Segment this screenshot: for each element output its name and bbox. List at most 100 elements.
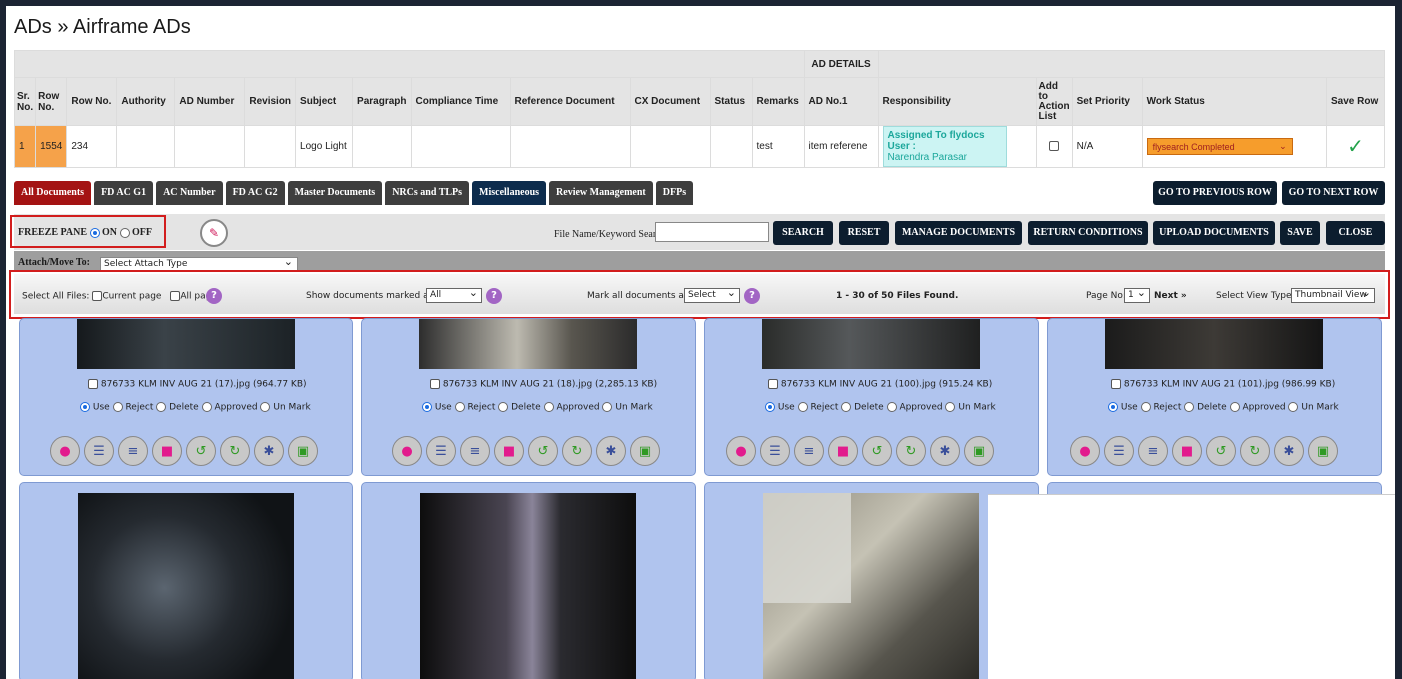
check-icon[interactable]: ✓: [1347, 136, 1364, 158]
next-row-button[interactable]: GO TO NEXT ROW: [1282, 181, 1385, 205]
use-radio[interactable]: [80, 402, 90, 412]
settings-doc-icon[interactable]: ✱: [1274, 436, 1304, 466]
list-icon[interactable]: ≡: [460, 436, 490, 466]
page-no-select[interactable]: 1: [1124, 286, 1150, 303]
tab-dfps[interactable]: DFPs: [655, 181, 694, 205]
document-thumbnail[interactable]: [78, 493, 294, 679]
unmark-radio[interactable]: [260, 402, 271, 412]
mark-all-select[interactable]: Select: [684, 286, 740, 303]
unmark-radio[interactable]: [602, 402, 613, 412]
upload-documents-button[interactable]: UPLOAD DOCUMENTS: [1153, 221, 1275, 245]
unmark-radio[interactable]: [945, 402, 956, 412]
reject-radio[interactable]: [797, 402, 808, 412]
document-thumbnail[interactable]: [1105, 319, 1323, 369]
settings-doc-icon[interactable]: ✱: [596, 436, 626, 466]
folder-icon[interactable]: ■: [828, 436, 858, 466]
approved-radio[interactable]: [543, 402, 554, 412]
use-radio[interactable]: [765, 402, 775, 412]
list-edit-icon[interactable]: ☰: [84, 436, 114, 466]
folder-icon[interactable]: ■: [152, 436, 182, 466]
add-to-action-checkbox[interactable]: [1049, 141, 1060, 152]
document-thumbnail[interactable]: [420, 493, 636, 679]
help-icon[interactable]: ?: [206, 288, 222, 304]
image-icon[interactable]: ▣: [964, 436, 994, 466]
comment-icon[interactable]: ●: [392, 436, 422, 466]
tab-master-documents[interactable]: Master Documents: [287, 181, 383, 205]
reject-radio[interactable]: [112, 402, 123, 412]
image-icon[interactable]: ▣: [1308, 436, 1338, 466]
tab-miscellaneous[interactable]: Miscellaneous: [472, 181, 547, 205]
approved-radio[interactable]: [201, 402, 212, 412]
delete-radio[interactable]: [841, 402, 852, 412]
list-icon[interactable]: ≡: [118, 436, 148, 466]
prev-row-button[interactable]: GO TO PREVIOUS ROW: [1153, 181, 1277, 205]
return-conditions-button[interactable]: RETURN CONDITIONS: [1028, 221, 1148, 245]
folder-icon[interactable]: ■: [1172, 436, 1202, 466]
image-icon[interactable]: ▣: [630, 436, 660, 466]
current-page-checkbox[interactable]: [92, 291, 103, 301]
rotate-right-icon[interactable]: ↻: [562, 436, 592, 466]
list-edit-icon[interactable]: ☰: [426, 436, 456, 466]
work-status-select[interactable]: flysearch Completed ⌄: [1146, 138, 1293, 155]
close-button[interactable]: CLOSE: [1326, 221, 1385, 245]
use-radio[interactable]: [1108, 402, 1118, 412]
freeze-off-radio[interactable]: [119, 227, 130, 238]
delete-radio[interactable]: [498, 402, 509, 412]
approved-radio[interactable]: [1229, 402, 1240, 412]
settings-doc-icon[interactable]: ✱: [930, 436, 960, 466]
list-icon[interactable]: ≡: [794, 436, 824, 466]
comment-icon[interactable]: ●: [50, 436, 80, 466]
cell-set-priority[interactable]: N/A: [1071, 125, 1143, 168]
rotate-left-icon[interactable]: ↺: [862, 436, 892, 466]
tab-fd-ac-g1[interactable]: FD AC G1: [94, 181, 154, 205]
folder-icon[interactable]: ■: [494, 436, 524, 466]
search-input[interactable]: [655, 222, 769, 242]
document-thumbnail[interactable]: [762, 319, 980, 369]
manage-documents-button[interactable]: MANAGE DOCUMENTS: [895, 221, 1022, 245]
search-button[interactable]: SEARCH: [773, 221, 833, 245]
approved-radio[interactable]: [886, 402, 897, 412]
tab-all-documents[interactable]: All Documents: [14, 181, 92, 205]
delete-radio[interactable]: [1184, 402, 1195, 412]
reject-radio[interactable]: [454, 402, 465, 412]
document-checkbox[interactable]: [88, 379, 98, 389]
help-icon[interactable]: ?: [744, 288, 760, 304]
tab-nrcs-and-tlps[interactable]: NRCs and TLPs: [385, 181, 470, 205]
rotate-left-icon[interactable]: ↺: [1206, 436, 1236, 466]
settings-doc-icon[interactable]: ✱: [254, 436, 284, 466]
list-icon[interactable]: ≡: [1138, 436, 1168, 466]
document-checkbox[interactable]: [768, 379, 778, 389]
use-radio[interactable]: [422, 402, 432, 412]
list-edit-icon[interactable]: ☰: [1104, 436, 1134, 466]
tab-ac-number[interactable]: AC Number: [156, 181, 223, 205]
help-icon[interactable]: ?: [486, 288, 502, 304]
document-settings-icon[interactable]: ✎: [200, 219, 228, 247]
comment-icon[interactable]: ●: [1070, 436, 1100, 466]
reset-button[interactable]: RESET: [839, 221, 889, 245]
delete-radio[interactable]: [156, 402, 167, 412]
rotate-right-icon[interactable]: ↻: [220, 436, 250, 466]
reject-radio[interactable]: [1140, 402, 1151, 412]
responsibility-box[interactable]: Assigned To flydocs User : Narendra Para…: [882, 126, 1007, 167]
rotate-right-icon[interactable]: ↻: [896, 436, 926, 466]
all-pages-checkbox[interactable]: [170, 291, 181, 301]
document-thumbnail[interactable]: [419, 319, 637, 369]
tab-review-management[interactable]: Review Management: [549, 181, 653, 205]
rotate-right-icon[interactable]: ↻: [1240, 436, 1270, 466]
document-thumbnail[interactable]: [763, 493, 979, 679]
image-icon[interactable]: ▣: [288, 436, 318, 466]
show-docs-select[interactable]: All: [426, 286, 482, 303]
list-edit-icon[interactable]: ☰: [760, 436, 790, 466]
unmark-radio[interactable]: [1288, 402, 1299, 412]
rotate-left-icon[interactable]: ↺: [528, 436, 558, 466]
next-page-link[interactable]: Next »: [1154, 291, 1187, 301]
document-thumbnail[interactable]: [77, 319, 295, 369]
save-button[interactable]: SAVE: [1280, 221, 1320, 245]
view-type-select[interactable]: Thumbnail View: [1291, 286, 1375, 303]
rotate-left-icon[interactable]: ↺: [186, 436, 216, 466]
freeze-on-radio[interactable]: [89, 227, 100, 238]
document-checkbox[interactable]: [430, 379, 440, 389]
document-checkbox[interactable]: [1111, 379, 1121, 389]
tab-fd-ac-g2[interactable]: FD AC G2: [225, 181, 285, 205]
comment-icon[interactable]: ●: [726, 436, 756, 466]
